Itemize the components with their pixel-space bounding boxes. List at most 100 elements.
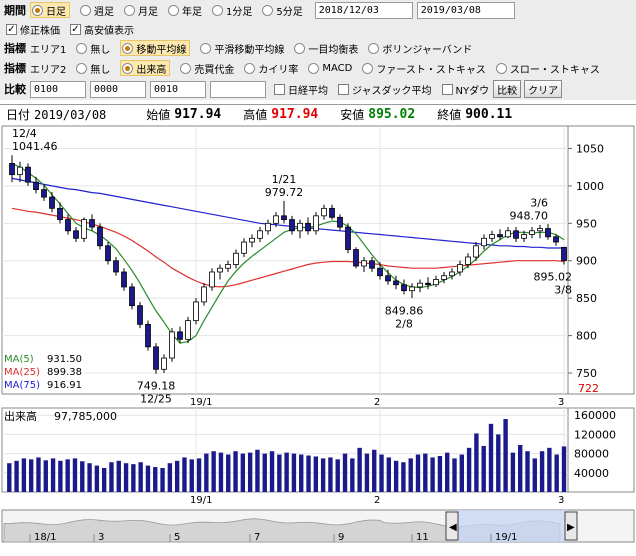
volume-bar xyxy=(379,454,384,492)
volume-bar xyxy=(7,463,12,492)
volume-bar xyxy=(21,458,27,492)
area1-option-label: 平滑移動平均線 xyxy=(214,44,285,56)
area2-option-6[interactable]: スロー・ストキャス xyxy=(495,61,600,76)
area1-option-4[interactable]: ボリンジャーバンド xyxy=(368,41,472,56)
ma-legend-value: 899.38 xyxy=(47,367,82,378)
period-option-4[interactable]: 1分足 xyxy=(212,3,252,18)
area2-option-1[interactable]: 出来高 xyxy=(120,60,171,76)
y-tick-label: 950 xyxy=(576,217,597,230)
volume-bar xyxy=(342,453,348,492)
compare-input-2[interactable] xyxy=(90,80,146,98)
compare-button[interactable]: 比較 xyxy=(493,80,522,98)
candle-body xyxy=(185,320,191,340)
clear-button[interactable]: クリア xyxy=(524,80,563,98)
area2-option-5[interactable]: ファースト・ストキャス xyxy=(362,61,486,76)
volume-y-tick-label: 160000 xyxy=(574,409,616,422)
date-from-input[interactable] xyxy=(314,1,413,19)
navigator-tick-label: 11 xyxy=(416,532,429,543)
period-option-1[interactable]: 週足 xyxy=(80,3,114,18)
candle-body xyxy=(409,286,415,292)
volume-bar xyxy=(364,453,370,492)
volume-bar xyxy=(284,452,289,492)
candle-body xyxy=(529,230,535,235)
radio-icon xyxy=(122,62,134,74)
period-option-label: 月足 xyxy=(138,6,158,18)
volume-y-tick-label: 120000 xyxy=(574,428,616,441)
radio-icon xyxy=(495,62,507,74)
ma-legend-value: 931.50 xyxy=(47,354,82,365)
volume-bar xyxy=(372,449,377,492)
area2-option-label: ファースト・ストキャス xyxy=(376,64,486,76)
open-value: 917.94 xyxy=(174,107,222,122)
compare-input-3[interactable] xyxy=(150,80,206,98)
date-to-input[interactable] xyxy=(416,1,515,19)
area1-toolbar: 指標 エリア1 無し 移動平均線 平滑移動平均線 一目均衡表 ボリンジャーバンド xyxy=(0,38,636,58)
radio-icon xyxy=(200,42,212,54)
volume-bar xyxy=(167,463,173,492)
volume-bar xyxy=(539,451,545,492)
candle-body xyxy=(425,282,431,286)
radio-icon xyxy=(80,4,91,16)
area1-option-2[interactable]: 平滑移動平均線 xyxy=(200,41,284,56)
period-option-label: 5分足 xyxy=(276,6,303,18)
volume-bar xyxy=(80,461,85,492)
candle-body xyxy=(33,181,39,191)
compare-input-1[interactable] xyxy=(30,80,86,98)
area2-option-4[interactable]: MACD xyxy=(308,62,352,74)
annotation-date: 12/25 xyxy=(140,393,172,406)
compare-nikkei-checkbox[interactable]: 日経平均 xyxy=(274,82,328,97)
radio-icon xyxy=(212,4,223,16)
area2-option-2[interactable]: 売買代金 xyxy=(180,61,234,76)
area1-option-3[interactable]: 一目均衡表 xyxy=(294,41,358,56)
candle-body xyxy=(385,275,391,282)
area2-option-0[interactable]: 無し xyxy=(76,61,110,76)
x-tick-label: 2 xyxy=(374,397,380,406)
area2-option-3[interactable]: カイリ率 xyxy=(244,61,298,76)
compare-input-4[interactable] xyxy=(210,80,266,98)
volume-y-tick-label: 80000 xyxy=(574,448,609,461)
candle-body xyxy=(393,280,399,286)
candle-body xyxy=(209,271,215,288)
adjusted-check-icon: ✓ xyxy=(6,23,17,35)
volume-bar xyxy=(525,451,530,492)
volume-bar xyxy=(255,449,260,492)
radio-icon xyxy=(262,4,274,16)
highlow-checkbox[interactable]: ✓ 高安値表示 xyxy=(70,22,134,37)
candle-body xyxy=(65,219,71,232)
candle-body xyxy=(433,279,439,286)
right-handle-icon: ▶ xyxy=(567,522,575,533)
range-navigator[interactable]: ◀ ▶ 18/1 3 5 7 9 11 19/1 xyxy=(0,508,636,554)
volume-chart[interactable]: 40000 80000 120000 160000 19/1 2 3 出来高 97,785,00… xyxy=(0,406,636,506)
volume-title: 出来高 xyxy=(4,409,37,423)
candle-body xyxy=(289,219,295,232)
high-value: 917.94 xyxy=(271,107,319,122)
volume-bar xyxy=(182,457,187,492)
candle-body xyxy=(281,215,287,220)
period-option-2[interactable]: 月足 xyxy=(124,3,158,18)
candle-body xyxy=(401,284,407,292)
period-option-0[interactable]: 日足 xyxy=(30,2,70,18)
adjusted-price-checkbox[interactable]: ✓ 修正株価 xyxy=(6,22,60,37)
annotation-value: 895.02 xyxy=(534,270,573,283)
volume-bar xyxy=(196,458,202,492)
period-option-3[interactable]: 年足 xyxy=(168,3,202,18)
candle-body xyxy=(353,249,359,267)
area1-option-0[interactable]: 無し xyxy=(76,41,110,56)
radio-icon xyxy=(124,4,135,16)
compare-jasdaq-checkbox[interactable]: ジャスダック平均 xyxy=(338,82,432,97)
compare-toolbar: 比較 日経平均 ジャスダック平均 NYダウ 比較 クリア xyxy=(0,78,636,100)
x-tick-label: 3 xyxy=(558,397,564,406)
candle-body xyxy=(329,207,335,218)
period-option-5[interactable]: 5分足 xyxy=(262,3,303,18)
compare-nydow-checkbox[interactable]: NYダウ xyxy=(441,82,489,97)
area2-toolbar: 指標 エリア2 無し 出来高 売買代金 カイリ率 MACD ファースト・ストキャス スロー・… xyxy=(0,58,636,78)
area1-option-1[interactable]: 移動平均線 xyxy=(120,40,191,56)
jasdaq-check-icon xyxy=(338,83,349,95)
volume-bar xyxy=(109,462,114,492)
volume-bar xyxy=(138,462,143,492)
candle-body xyxy=(465,256,471,265)
candle-body xyxy=(201,286,207,303)
price-chart[interactable]: 750 800 850 900 950 1000 1050 722 19/1 2 3 12/41041… xyxy=(0,124,636,406)
candle-body xyxy=(193,301,199,322)
y-tick-label: 900 xyxy=(576,255,597,268)
